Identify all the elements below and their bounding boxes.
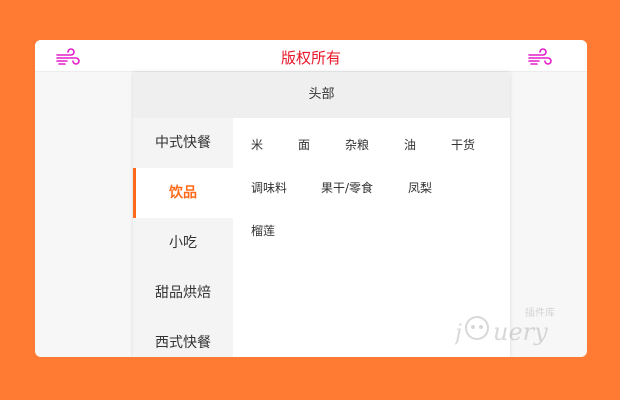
subitem[interactable]: 调味料 — [251, 179, 287, 196]
category-item[interactable]: 小吃 — [133, 218, 233, 268]
svg-text:uery: uery — [493, 318, 548, 346]
subitem[interactable]: 米 — [251, 136, 263, 153]
subitem[interactable]: 榴莲 — [251, 222, 275, 239]
app-card: 版权所有 头部 中式快餐 饮品 小吃 甜品烘焙 西式快餐 米 面 杂粮 油 干货… — [35, 40, 587, 357]
subitem[interactable]: 油 — [404, 136, 416, 153]
svg-text:插件库: 插件库 — [525, 306, 555, 319]
subitem[interactable]: 面 — [298, 136, 310, 153]
category-list: 中式快餐 饮品 小吃 甜品烘焙 西式快餐 — [133, 118, 233, 357]
page-title: 版权所有 — [280, 49, 341, 67]
menu-panel: 头部 中式快餐 饮品 小吃 甜品烘焙 西式快餐 米 面 杂粮 油 干货 调味料 … — [133, 72, 510, 357]
panel-header: 头部 — [133, 72, 510, 118]
category-item[interactable]: 甜品烘焙 — [133, 268, 233, 318]
top-bar: 版权所有 — [35, 40, 587, 72]
category-item[interactable]: 西式快餐 — [133, 318, 233, 357]
subitem[interactable]: 果干/零食 — [321, 179, 373, 196]
subitem[interactable]: 杂粮 — [345, 136, 369, 153]
category-item-active[interactable]: 饮品 — [133, 168, 233, 218]
jquery-watermark-logo: j uery 插件库 — [450, 302, 580, 347]
svg-text:j: j — [455, 321, 462, 346]
category-item[interactable]: 中式快餐 — [133, 118, 233, 168]
subitem[interactable]: 凤梨 — [408, 179, 432, 196]
wind-icon[interactable] — [527, 47, 553, 67]
subitem[interactable]: 干货 — [451, 136, 475, 153]
